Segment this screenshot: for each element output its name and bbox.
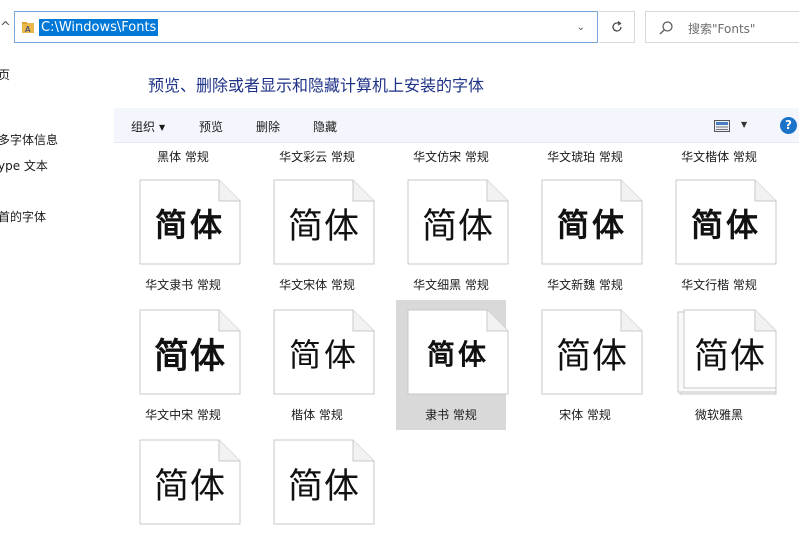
font-preview-text: 简体 xyxy=(421,206,494,247)
delete-button[interactable]: 删除 xyxy=(256,118,280,135)
font-tile[interactable]: 简体 华文行楷 常规 xyxy=(664,170,774,300)
organize-label: 组织 xyxy=(131,120,156,134)
font-tile[interactable]: 简体 华文隶书 常规 xyxy=(128,170,238,300)
up-chevron-icon[interactable]: ^ xyxy=(0,20,11,35)
nav-item-3[interactable]: ype 文本 xyxy=(0,157,48,174)
command-toolbar: 组织 ▼ 预览 删除 隐藏 ▼ ? xyxy=(114,108,799,143)
font-preview-text: 简体 xyxy=(153,466,226,507)
font-label: 华文仿宋 常规 xyxy=(413,150,489,164)
font-tile[interactable]: 简体 华文细黑 常规 xyxy=(396,170,506,300)
font-label: 华文宋体 常规 xyxy=(279,278,355,292)
font-label: 华文楷体 常规 xyxy=(681,150,757,164)
font-tile[interactable]: 简体 xyxy=(262,430,372,560)
font-tile[interactable]: 简体 宋体 常规 xyxy=(530,300,640,430)
font-label: 华文隶书 常规 xyxy=(145,278,221,292)
search-icon xyxy=(659,21,673,35)
caret-down-icon: ▼ xyxy=(159,123,166,132)
svg-text:A: A xyxy=(25,25,31,34)
refresh-icon xyxy=(611,21,622,32)
font-preview-text: 简体 xyxy=(555,336,628,377)
font-label: 微软雅黑 xyxy=(694,408,743,422)
page-title: 预览、删除或者显示和隐藏计算机上安装的字体 xyxy=(148,76,485,95)
font-label: 隶书 常规 xyxy=(425,408,477,422)
font-tile[interactable]: 简体 xyxy=(128,430,238,560)
search-input[interactable]: 搜索"Fonts" xyxy=(688,20,755,37)
font-tile[interactable]: 简体 华文中宋 常规 xyxy=(128,300,238,430)
preview-button[interactable]: 预览 xyxy=(199,118,223,135)
font-label: 黑体 常规 xyxy=(157,150,209,164)
font-preview-text: 简体 xyxy=(426,338,489,371)
address-bar[interactable]: A C:\Windows\Fonts ⌄ xyxy=(14,11,598,43)
address-path[interactable]: C:\Windows\Fonts xyxy=(39,19,159,36)
nav-item-2[interactable]: 多字体信息 xyxy=(0,131,58,148)
font-label: 华文彩云 常规 xyxy=(279,150,355,164)
font-preview-text: 简体 xyxy=(287,206,360,247)
font-tile[interactable]: 简体 楷体 常规 xyxy=(262,300,372,430)
font-preview-text: 简体 xyxy=(154,206,225,244)
refresh-button[interactable] xyxy=(599,11,635,43)
font-tile-selected[interactable]: 简体 隶书 常规 xyxy=(396,300,506,430)
view-caret-down-icon[interactable]: ▼ xyxy=(741,120,747,129)
address-history-chevron-icon[interactable]: ⌄ xyxy=(577,22,585,33)
view-options-icon[interactable] xyxy=(714,120,730,132)
font-preview-text: 简体 xyxy=(556,206,627,244)
nav-item-4[interactable]: 首的字体 xyxy=(0,208,46,225)
font-tile[interactable]: 简体 华文宋体 常规 xyxy=(262,170,372,300)
font-label: 华文新魏 常规 xyxy=(547,278,623,292)
font-preview-text: 简体 xyxy=(693,336,766,377)
hide-button[interactable]: 隐藏 xyxy=(313,118,337,135)
font-preview-text: 简体 xyxy=(690,206,761,244)
font-label: 华文中宋 常规 xyxy=(145,408,221,422)
organize-button[interactable]: 组织 ▼ xyxy=(131,118,165,135)
font-label: 华文琥珀 常规 xyxy=(547,150,623,164)
font-preview-text: 简体 xyxy=(288,336,359,374)
font-preview-text: 简体 xyxy=(153,336,226,377)
font-label: 华文细黑 常规 xyxy=(413,278,489,292)
folder-icon: A xyxy=(22,22,34,34)
font-family-tile[interactable]: 简体 微软雅黑 xyxy=(664,300,774,430)
nav-item-1[interactable]: 页 xyxy=(0,66,10,83)
help-icon[interactable]: ? xyxy=(780,117,797,134)
font-preview-text: 简体 xyxy=(287,466,360,507)
font-label: 华文行楷 常规 xyxy=(681,278,757,292)
font-tile[interactable]: 简体 华文新魏 常规 xyxy=(530,170,640,300)
search-box[interactable]: 搜索"Fonts" xyxy=(645,11,799,43)
font-label: 宋体 常规 xyxy=(559,408,611,422)
font-label: 楷体 常规 xyxy=(291,408,343,422)
